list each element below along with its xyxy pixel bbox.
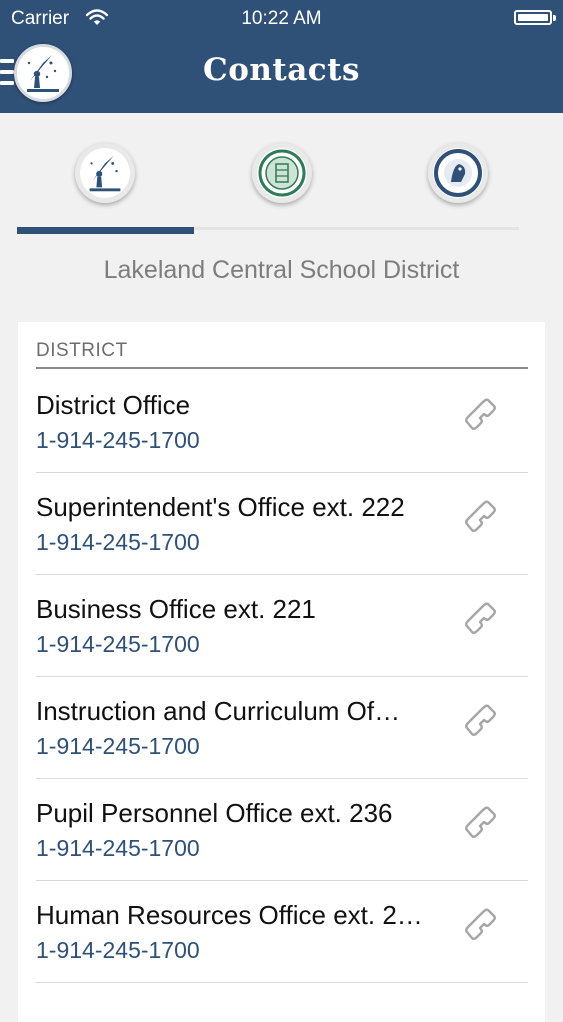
district-name: Lakeland Central School District (103, 256, 460, 284)
contact-name: Pupil Personnel Office ext. 236 (36, 798, 393, 828)
status-bar: Carrier 10:22 AM (0, 0, 563, 36)
tab-district-badge (74, 143, 135, 203)
tab-district[interactable] (8, 113, 201, 231)
contact-phone[interactable]: 1-914-245-1700 (36, 733, 200, 760)
phone-call-icon[interactable] (460, 904, 504, 948)
contact-row[interactable]: Superintendent's Office ext. 222 1-914-2… (36, 472, 528, 575)
district-logo-icon (79, 148, 130, 198)
page-title: Contacts (203, 52, 360, 88)
school-seal-icon (256, 148, 307, 198)
contacts-card: DISTRICT District Office 1-914-245-1700 … (18, 322, 545, 1022)
contact-name: Instruction and Curriculum Of… (36, 696, 401, 726)
contact-phone[interactable]: 1-914-245-1700 (36, 427, 200, 454)
contact-phone[interactable]: 1-914-245-1700 (36, 937, 200, 964)
contact-name: Human Resources Office ext. 2… (36, 900, 423, 930)
tab-high-school-badge (251, 143, 312, 203)
contact-phone[interactable]: 1-914-245-1700 (36, 529, 200, 556)
phone-call-icon[interactable] (460, 700, 504, 744)
contact-name: Business Office ext. 221 (36, 594, 316, 624)
phone-call-icon[interactable] (460, 394, 504, 438)
contact-row[interactable]: Instruction and Curriculum Of… 1-914-245… (36, 676, 528, 779)
contact-phone[interactable]: 1-914-245-1700 (36, 835, 200, 862)
phone-call-icon[interactable] (460, 598, 504, 642)
navigation-bar: Contacts (0, 36, 563, 113)
section-divider (36, 367, 528, 369)
contact-row[interactable]: Human Resources Office ext. 2… 1-914-245… (36, 880, 528, 983)
tab-panas-badge (427, 143, 488, 203)
phone-call-icon[interactable] (460, 496, 504, 540)
battery-icon (514, 10, 556, 25)
clock: 10:22 AM (241, 8, 322, 29)
contact-row[interactable]: District Office 1-914-245-1700 (36, 370, 528, 473)
contact-phone[interactable]: 1-914-245-1700 (36, 631, 200, 658)
tab-track (194, 227, 519, 230)
section-header: DISTRICT (36, 340, 128, 361)
contact-row[interactable]: Pupil Personnel Office ext. 236 1-914-24… (36, 778, 528, 881)
contact-row[interactable]: Business Office ext. 221 1-914-245-1700 (36, 574, 528, 677)
contact-name: Superintendent's Office ext. 222 (36, 492, 405, 522)
selected-tab-indicator (17, 227, 194, 234)
tab-panas[interactable] (361, 113, 554, 231)
contact-name: District Office (36, 390, 191, 420)
tab-high-school[interactable] (185, 113, 378, 231)
school-tabs (0, 113, 563, 235)
panas-seal-icon (432, 148, 483, 198)
phone-call-icon[interactable] (460, 802, 504, 846)
